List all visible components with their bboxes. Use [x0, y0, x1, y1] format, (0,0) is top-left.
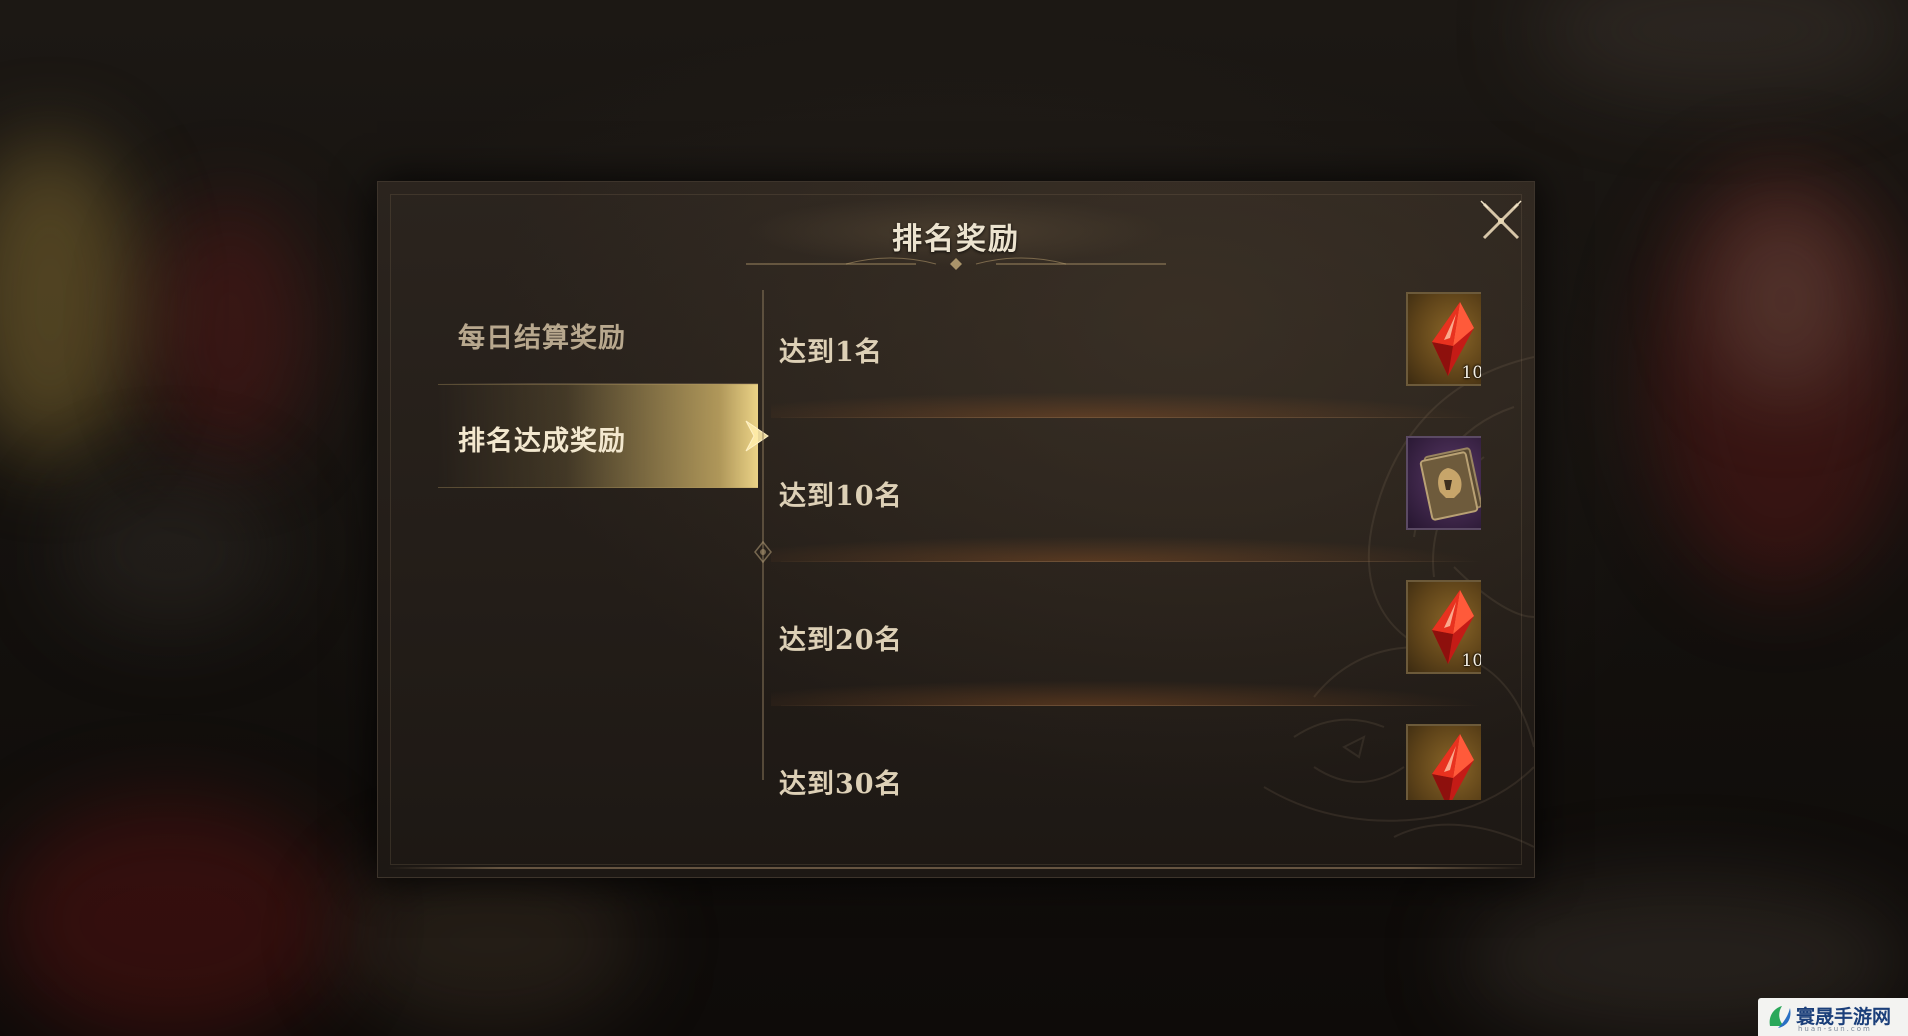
- reward-list: 达到1名 100 达到10名: [771, 280, 1481, 800]
- tab-label: 排名达成奖励: [458, 426, 626, 457]
- reward-row: 达到30名: [771, 712, 1481, 800]
- reward-item-red-crystal[interactable]: 100: [1406, 580, 1481, 674]
- rank-requirement-label: 达到30名: [779, 769, 903, 800]
- reward-item-helmet-book[interactable]: 1: [1406, 436, 1481, 530]
- red-crystal-icon: [1432, 734, 1474, 800]
- item-quantity: 100: [1461, 363, 1481, 383]
- watermark-logo-icon: [1769, 1006, 1791, 1028]
- rank-requirement-label: 达到20名: [779, 625, 903, 656]
- rank-requirement-label: 达到1名: [779, 337, 883, 368]
- rank-requirement-label: 达到10名: [779, 481, 903, 512]
- helmet-book-icon: [1419, 447, 1481, 521]
- title-ornament: [746, 257, 1166, 270]
- tab-daily-settlement-reward[interactable]: 每日结算奖励: [438, 282, 758, 384]
- tab-rank-achievement-reward[interactable]: 排名达成奖励: [438, 384, 769, 488]
- vertical-divider: [754, 290, 772, 780]
- reward-row: 达到10名 1 100: [771, 424, 1481, 568]
- dialog-bottom-border: [388, 867, 1524, 869]
- site-watermark: 寰晟手游网 huan-sun.com: [1758, 998, 1908, 1036]
- reward-item-red-crystal[interactable]: [1406, 724, 1481, 800]
- title-plate: 排名奖励: [746, 196, 1166, 270]
- item-quantity: 100: [1461, 651, 1481, 671]
- dialog-title: 排名奖励: [892, 222, 1020, 257]
- reward-row: 达到20名 100: [771, 568, 1481, 712]
- tab-label: 每日结算奖励: [458, 323, 626, 354]
- close-button[interactable]: [1476, 196, 1526, 246]
- watermark-subtext: huan-sun.com: [1798, 1025, 1872, 1033]
- reward-row: 达到1名 100: [771, 280, 1481, 424]
- reward-item-red-crystal[interactable]: 100: [1406, 292, 1481, 386]
- ranking-reward-dialog: 排名奖励 每日结算奖励 排名达成奖励 达到1名 10 达到10名 达到20名 1…: [377, 181, 1535, 878]
- close-x-icon: [1480, 200, 1522, 240]
- reward-category-tabs: 每日结算奖励 排名达成奖励: [438, 282, 769, 488]
